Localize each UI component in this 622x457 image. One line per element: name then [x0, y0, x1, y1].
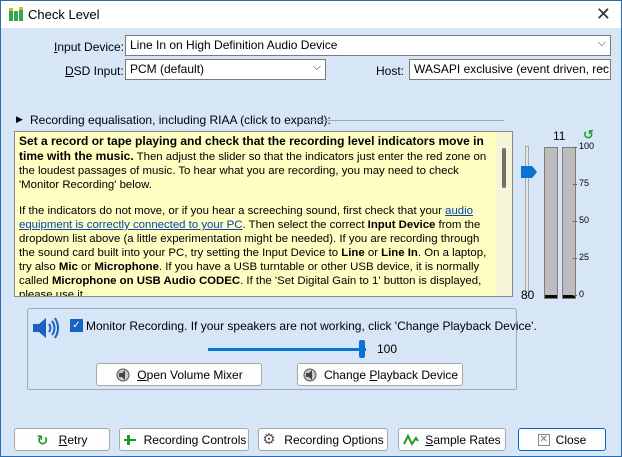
level-scale: 100 75 50 25 0 [572, 141, 619, 301]
button-label: Sample Rates [425, 432, 501, 447]
recording-controls-button[interactable]: Recording Controls [119, 428, 249, 451]
scrollbar-thumb[interactable] [502, 148, 506, 188]
meter-base [545, 295, 557, 298]
recording-options-label: Recording Options [284, 432, 384, 447]
open-volume-mixer-button[interactable]: Open Volume Mixer [96, 363, 262, 386]
recording-controls-label: Recording Controls [143, 432, 247, 447]
section-divider [306, 120, 504, 121]
instructions-bold-text: Microphone on USB Audio CODEC [51, 275, 241, 287]
speaker-icon [33, 317, 59, 339]
level-meter-icon [9, 7, 23, 21]
title-bar: Check Level ✕ [1, 1, 621, 28]
instructions-bold-text: Line [341, 247, 365, 259]
expand-triangle-icon: ▶ [16, 114, 23, 124]
instructions-text-span: If the indicators do not move, or if you… [19, 205, 446, 217]
dsd-input-label: DSD Input: [65, 64, 124, 78]
monitor-recording-label: Monitor Recording. If your speakers are … [86, 319, 537, 333]
gear-icon: ⚙ [262, 430, 276, 448]
close-icon: ✕ [537, 433, 550, 446]
volume-mixer-icon [116, 368, 130, 381]
chevron-down-icon: ⌵ [597, 37, 606, 49]
button-label: Open Volume Mixer [137, 367, 243, 382]
instructions-scrollbar[interactable] [496, 132, 512, 296]
dsd-input-value: PCM (default) [130, 62, 205, 76]
monitor-volume-value: 100 [377, 342, 398, 356]
instructions-text-span: or [77, 261, 95, 273]
instructions-text-span: or [364, 247, 382, 259]
instructions-bold-text: Input Device [367, 219, 436, 231]
waveform-icon [403, 433, 420, 446]
input-device-label: Input Device: [54, 40, 125, 54]
change-playback-device-button[interactable]: Change Playback Device [297, 363, 463, 386]
instructions-text: Set a record or tape playing and check t… [15, 132, 497, 296]
right-level-meter [562, 147, 576, 299]
button-label: Change Playback Device [323, 367, 459, 382]
level-readout: 11 [553, 129, 566, 143]
check-level-window: Check Level ✕ Input Device: Line In on H… [0, 0, 622, 457]
retry-icon: ↻ [36, 431, 49, 448]
close-window-icon[interactable]: ✕ [596, 4, 611, 25]
window-title: Check Level [28, 7, 100, 22]
scale-tick: 50 [572, 215, 590, 225]
instructions-bold-text: Microphone [94, 261, 159, 273]
host-value: WASAPI exclusive (event driven, rec [414, 62, 609, 76]
recording-options-button[interactable]: ⚙ Recording Options [258, 428, 388, 451]
instructions-paragraph-2: If the indicators do not move, or if you… [19, 204, 493, 296]
host-select[interactable]: WASAPI exclusive (event driven, rec ⌵ [409, 59, 611, 80]
instructions-text-span: . Then select the correct [242, 219, 368, 231]
monitor-volume-track[interactable] [208, 348, 366, 351]
monitor-recording-checkbox[interactable]: ✓ [70, 319, 83, 332]
sample-rates-button[interactable]: Sample Rates [398, 428, 506, 451]
input-device-select[interactable]: Line In on High Definition Audio Device … [125, 35, 611, 56]
scale-tick: 0 [572, 289, 585, 299]
retry-button[interactable]: ↻ Retry [14, 428, 110, 451]
instructions-paragraph-1: Set a record or tape playing and check t… [19, 134, 493, 192]
equalisation-label: Recording equalisation, including RIAA (… [30, 113, 331, 127]
chevron-down-icon: ⌵ [597, 61, 606, 73]
scale-tick: 25 [572, 252, 590, 262]
close-label: Close [555, 432, 587, 447]
scale-tick: 75 [572, 178, 590, 188]
close-button[interactable]: ✕ Close [518, 428, 606, 451]
slider-controls-icon [123, 434, 136, 445]
speaker-device-icon [303, 368, 317, 381]
input-device-value: Line In on High Definition Audio Device [130, 38, 338, 52]
dsd-input-select[interactable]: PCM (default) ⌵ [125, 59, 326, 80]
chevron-down-icon: ⌵ [312, 61, 321, 73]
gain-value: 80 [521, 288, 535, 302]
instructions-bold-text: Mic [58, 261, 78, 273]
equalisation-expander[interactable]: ▶ Recording equalisation, including RIAA… [16, 113, 506, 128]
monitor-volume-thumb[interactable] [359, 340, 365, 358]
left-level-meter [544, 147, 558, 299]
button-label: Retry [58, 432, 88, 447]
instructions-bold-text: Line In [381, 247, 418, 259]
host-label: Host: [376, 64, 405, 78]
instructions-panel: Set a record or tape playing and check t… [14, 131, 513, 297]
scale-tick: 100 [572, 141, 595, 151]
